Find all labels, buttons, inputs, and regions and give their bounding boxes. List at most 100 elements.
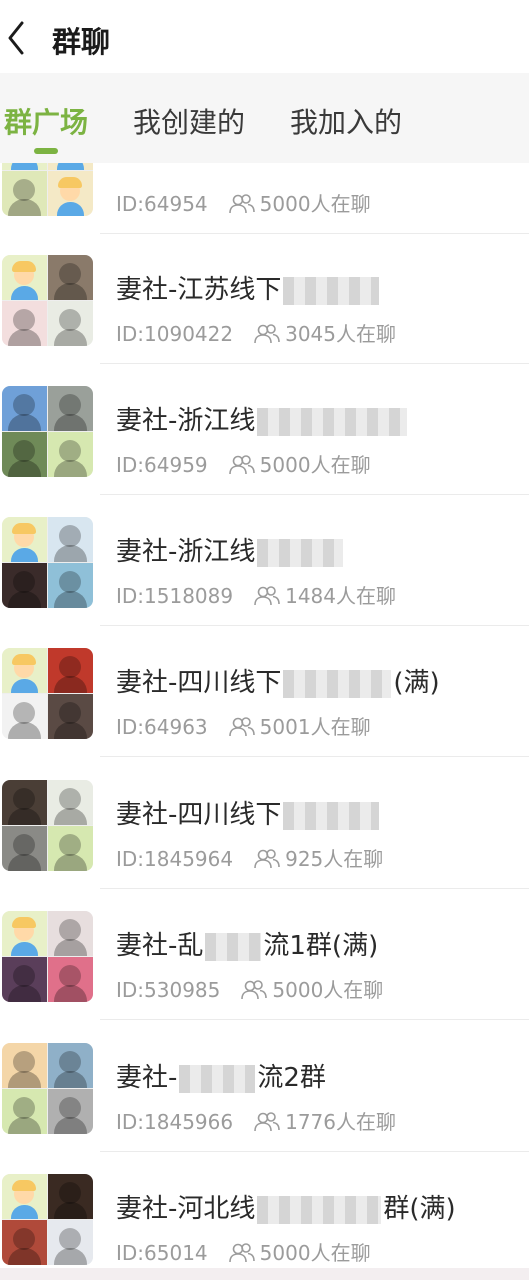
group-id: ID:64963 bbox=[116, 715, 208, 739]
tab-created-by-me[interactable]: 我创建的 bbox=[133, 101, 245, 141]
group-row[interactable]: 妻社-四川线下 (满) ID:64963 5001人在聊 bbox=[0, 626, 529, 757]
member-count: 5000人在聊 bbox=[228, 1241, 371, 1265]
group-avatar bbox=[2, 648, 93, 739]
group-meta: ID:1090422 3045人在聊 bbox=[116, 318, 396, 347]
member-count-label: 5000人在聊 bbox=[259, 453, 371, 477]
back-button[interactable] bbox=[0, 18, 36, 58]
group-name-prefix: 妻社- bbox=[116, 1063, 178, 1093]
people-icon bbox=[254, 1112, 280, 1132]
tab-indicator bbox=[34, 148, 58, 154]
group-name-prefix: 妻社-乱 bbox=[116, 931, 204, 961]
people-icon bbox=[228, 717, 255, 737]
member-count-label: 1776人在聊 bbox=[285, 1110, 397, 1134]
group-name: 妻社-河北线 群(满) bbox=[116, 1188, 456, 1225]
group-name-prefix: 妻社-河北线 bbox=[116, 1194, 256, 1224]
avatar-tile bbox=[2, 780, 47, 825]
avatar-tile bbox=[48, 171, 93, 216]
group-avatar bbox=[2, 911, 93, 1002]
member-count-label: 3045人在聊 bbox=[285, 322, 397, 346]
member-count-label: 5000人在聊 bbox=[259, 1241, 371, 1265]
avatar-tile bbox=[2, 1089, 47, 1134]
people-icon bbox=[228, 455, 255, 475]
member-count-label: 5000人在聊 bbox=[272, 978, 384, 1002]
group-id: ID:1845966 bbox=[116, 1110, 234, 1134]
avatar-tile bbox=[2, 517, 47, 562]
group-avatar bbox=[2, 517, 93, 608]
avatar-tile bbox=[2, 1043, 47, 1088]
avatar-tile bbox=[48, 1174, 93, 1219]
redacted-text bbox=[205, 932, 262, 961]
member-count: 1776人在聊 bbox=[253, 1110, 396, 1134]
bottom-strip bbox=[0, 1268, 529, 1280]
group-row[interactable]: ID:64954 5000人在聊 bbox=[0, 163, 529, 234]
member-count-label: 925人在聊 bbox=[285, 847, 384, 871]
tab-joined-by-me[interactable]: 我加入的 bbox=[290, 101, 402, 141]
group-list[interactable]: ID:64954 5000人在聊 妻社-江苏线下 ID:1090422 3045人在聊妻… bbox=[0, 163, 529, 1280]
group-avatar bbox=[2, 1174, 93, 1265]
avatar-tile bbox=[2, 957, 47, 1002]
avatar-tile bbox=[2, 301, 47, 346]
member-count-label: 5000人在聊 bbox=[259, 192, 371, 216]
avatar-tile bbox=[48, 1043, 93, 1088]
group-row[interactable]: 妻社-河北线 群(满) ID:65014 5000人在聊 bbox=[0, 1152, 529, 1280]
group-avatar bbox=[2, 163, 93, 216]
group-name: 妻社-江苏线下 bbox=[116, 269, 381, 306]
tab-group-square[interactable]: 群广场 bbox=[4, 101, 88, 141]
group-avatar bbox=[2, 1043, 93, 1134]
group-name-suffix: 流1群(满) bbox=[263, 931, 379, 961]
group-meta: ID:1845964 925人在聊 bbox=[116, 843, 383, 872]
avatar-tile bbox=[48, 163, 93, 170]
redacted-text bbox=[257, 407, 408, 436]
group-row[interactable]: 妻社-浙江线 ID:1518089 1484人在聊 bbox=[0, 495, 529, 626]
chevron-left-icon bbox=[8, 21, 24, 55]
redacted-text bbox=[283, 669, 392, 698]
group-name: 妻社-四川线下 (满) bbox=[116, 662, 440, 699]
avatar-tile bbox=[2, 432, 47, 477]
row-divider bbox=[100, 756, 529, 757]
group-id: ID:64959 bbox=[116, 453, 208, 477]
group-id: ID:1518089 bbox=[116, 584, 234, 608]
group-name-prefix: 妻社-四川线下 bbox=[116, 668, 282, 698]
top-bar: 群聊 bbox=[0, 0, 529, 73]
group-row[interactable]: 妻社-四川线下 ID:1845964 925人在聊 bbox=[0, 758, 529, 889]
avatar-tile bbox=[2, 826, 47, 871]
avatar-tile bbox=[2, 255, 47, 300]
group-name: 妻社-乱 流1群(满) bbox=[116, 925, 378, 962]
avatar-tile bbox=[48, 517, 93, 562]
group-row[interactable]: 妻社-江苏线下 ID:1090422 3045人在聊 bbox=[0, 233, 529, 364]
avatar-tile bbox=[2, 386, 47, 431]
avatar-tile bbox=[2, 911, 47, 956]
avatar-tile bbox=[48, 826, 93, 871]
avatar-tile bbox=[48, 780, 93, 825]
row-divider bbox=[100, 1019, 529, 1020]
avatar-tile bbox=[48, 648, 93, 693]
avatar-tile bbox=[48, 301, 93, 346]
redacted-text bbox=[283, 276, 380, 305]
group-name: 妻社-四川线下 bbox=[116, 794, 381, 831]
group-name: 妻社-浙江线 bbox=[116, 531, 345, 568]
people-icon bbox=[254, 324, 280, 344]
avatar-tile bbox=[48, 563, 93, 608]
member-count: 3045人在聊 bbox=[253, 322, 396, 346]
group-name-suffix: 流2群 bbox=[257, 1063, 326, 1093]
redacted-text bbox=[257, 1195, 382, 1224]
avatar-tile bbox=[48, 911, 93, 956]
group-meta: ID:65014 5000人在聊 bbox=[116, 1237, 371, 1266]
group-name-suffix: (满) bbox=[393, 668, 440, 698]
people-icon bbox=[241, 980, 268, 1000]
group-row[interactable]: 妻社- 流2群 ID:1845966 1776人在聊 bbox=[0, 1021, 529, 1152]
group-meta: ID:1518089 1484人在聊 bbox=[116, 580, 396, 609]
group-name-suffix: 群(满) bbox=[383, 1194, 456, 1224]
group-avatar bbox=[2, 386, 93, 477]
group-row[interactable]: 妻社-浙江线 ID:64959 5000人在聊 bbox=[0, 364, 529, 495]
avatar-tile bbox=[48, 1089, 93, 1134]
member-count: 925人在聊 bbox=[253, 847, 383, 871]
group-meta: ID:64963 5001人在聊 bbox=[116, 711, 371, 740]
group-name-prefix: 妻社-浙江线 bbox=[116, 537, 256, 567]
group-id: ID:64954 bbox=[116, 192, 208, 216]
group-row[interactable]: 妻社-乱 流1群(满) ID:530985 5000人在聊 bbox=[0, 889, 529, 1020]
group-avatar bbox=[2, 255, 93, 346]
avatar-tile bbox=[2, 163, 47, 170]
group-name: 妻社- 流2群 bbox=[116, 1057, 326, 1094]
group-meta: ID:530985 5000人在聊 bbox=[116, 974, 383, 1003]
